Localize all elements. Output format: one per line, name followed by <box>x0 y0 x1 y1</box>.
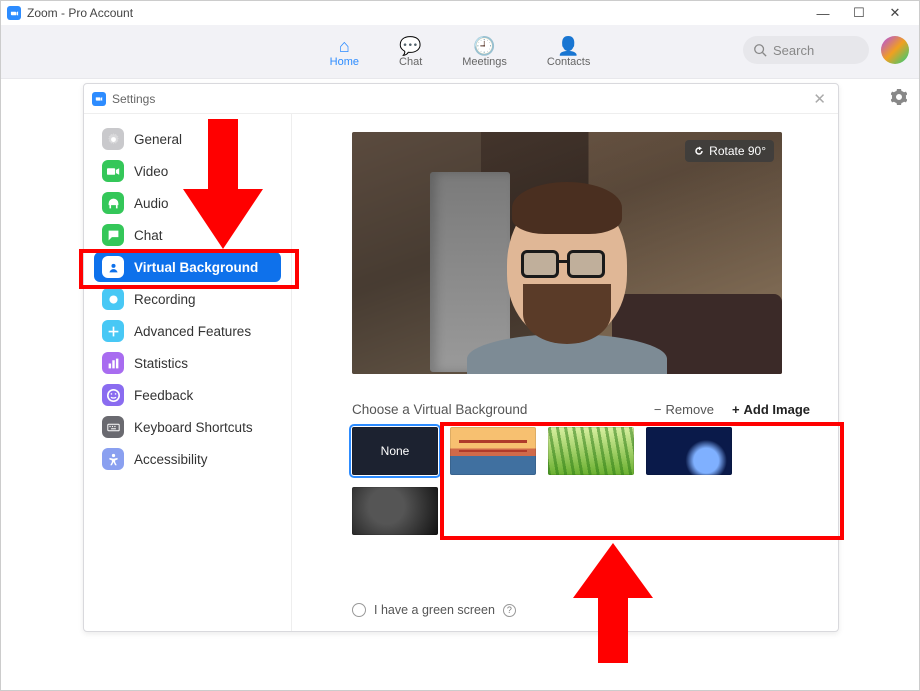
background-grass[interactable] <box>548 427 634 475</box>
help-icon[interactable]: ? <box>503 604 516 617</box>
sidebar-item-label: Keyboard Shortcuts <box>134 420 253 435</box>
chart-icon <box>102 352 124 374</box>
accessibility-icon <box>102 448 124 470</box>
settings-titlebar: Settings ✕ <box>84 84 838 114</box>
settings-content: Rotate 90° Choose a Virtual Background −… <box>292 114 838 631</box>
background-space[interactable] <box>646 427 732 475</box>
radio-icon <box>352 603 366 617</box>
add-label: Add Image <box>744 402 810 417</box>
rotate-label: Rotate 90° <box>709 144 766 158</box>
sidebar-item-label: Feedback <box>134 388 193 403</box>
settings-title: Settings <box>112 92 155 106</box>
nav-contacts[interactable]: 👤 Contacts <box>547 36 590 68</box>
nav-label: Contacts <box>547 56 590 68</box>
main-header: ⌂ Home 💬 Chat 🕘 Meetings 👤 Contacts Sear… <box>1 25 919 79</box>
greenscreen-option[interactable]: I have a green screen ? <box>352 603 516 617</box>
search-icon <box>753 43 767 57</box>
sidebar-item-general[interactable]: General <box>94 124 281 154</box>
close-icon[interactable]: ✕ <box>809 90 830 108</box>
sidebar-item-label: Advanced Features <box>134 324 251 339</box>
sidebar-item-advanced-features[interactable]: Advanced Features <box>94 316 281 346</box>
rotate-button[interactable]: Rotate 90° <box>685 140 774 162</box>
sidebar-item-chat[interactable]: Chat <box>94 220 281 250</box>
zoom-logo-icon <box>92 92 106 106</box>
sidebar-item-label: Audio <box>134 196 169 211</box>
sidebar-item-video[interactable]: Video <box>94 156 281 186</box>
clock-icon: 🕘 <box>473 36 495 56</box>
none-label: None <box>381 444 410 458</box>
sidebar-item-feedback[interactable]: Feedback <box>94 380 281 410</box>
background-none[interactable]: None <box>352 427 438 475</box>
person-icon <box>102 256 124 278</box>
settings-window: Settings ✕ General Video Audio Chat Virt… <box>83 83 839 632</box>
greenscreen-label: I have a green screen <box>374 603 495 617</box>
search-placeholder: Search <box>773 43 814 58</box>
maximize-button[interactable]: ☐ <box>841 1 877 25</box>
plus-icon: + <box>732 402 740 417</box>
sidebar-item-virtual-background[interactable]: Virtual Background <box>94 252 281 282</box>
sidebar-item-label: Accessibility <box>134 452 208 467</box>
sidebar-item-recording[interactable]: Recording <box>94 284 281 314</box>
gear-icon <box>102 128 124 150</box>
search-input[interactable]: Search <box>743 36 869 64</box>
sidebar-item-label: Virtual Background <box>134 260 258 275</box>
settings-gear-icon[interactable] <box>891 89 907 110</box>
nav-label: Home <box>330 56 359 68</box>
minimize-button[interactable]: — <box>805 1 841 25</box>
nav-label: Meetings <box>462 56 507 68</box>
plus-icon <box>102 320 124 342</box>
close-button[interactable]: ✕ <box>877 1 913 25</box>
sidebar-item-label: Statistics <box>134 356 188 371</box>
background-bridge[interactable] <box>450 427 536 475</box>
zoom-logo-icon <box>7 6 21 20</box>
sidebar-item-label: Chat <box>134 228 163 243</box>
remove-label: Remove <box>666 402 714 417</box>
avatar[interactable] <box>881 36 909 64</box>
keyboard-icon <box>102 416 124 438</box>
sidebar-item-keyboard-shortcuts[interactable]: Keyboard Shortcuts <box>94 412 281 442</box>
background-thumbnails: None <box>352 427 752 535</box>
add-image-button[interactable]: + Add Image <box>732 402 810 417</box>
window-title: Zoom - Pro Account <box>27 6 133 20</box>
sidebar-item-label: General <box>134 132 182 147</box>
choose-background-label: Choose a Virtual Background <box>352 402 527 417</box>
sidebar-item-label: Video <box>134 164 168 179</box>
rotate-icon <box>693 145 705 157</box>
nav-meetings[interactable]: 🕘 Meetings <box>462 36 507 68</box>
window-titlebar: Zoom - Pro Account — ☐ ✕ <box>1 1 919 25</box>
sidebar-item-statistics[interactable]: Statistics <box>94 348 281 378</box>
background-custom[interactable] <box>352 487 438 535</box>
sidebar-item-label: Recording <box>134 292 196 307</box>
home-icon: ⌂ <box>339 36 350 56</box>
chat-icon <box>102 224 124 246</box>
sidebar-item-accessibility[interactable]: Accessibility <box>94 444 281 474</box>
headphones-icon <box>102 192 124 214</box>
nav-label: Chat <box>399 56 422 68</box>
camera-preview: Rotate 90° <box>352 132 782 374</box>
settings-sidebar: General Video Audio Chat Virtual Backgro… <box>84 114 292 631</box>
video-icon <box>102 160 124 182</box>
record-icon <box>102 288 124 310</box>
sidebar-item-audio[interactable]: Audio <box>94 188 281 218</box>
contacts-icon: 👤 <box>557 36 579 56</box>
chat-icon: 💬 <box>399 36 421 56</box>
remove-background-button[interactable]: −Remove <box>654 402 714 417</box>
main-nav: ⌂ Home 💬 Chat 🕘 Meetings 👤 Contacts <box>330 36 591 68</box>
nav-chat[interactable]: 💬 Chat <box>399 36 422 68</box>
minus-icon: − <box>654 402 662 417</box>
smile-icon <box>102 384 124 406</box>
nav-home[interactable]: ⌂ Home <box>330 36 359 68</box>
